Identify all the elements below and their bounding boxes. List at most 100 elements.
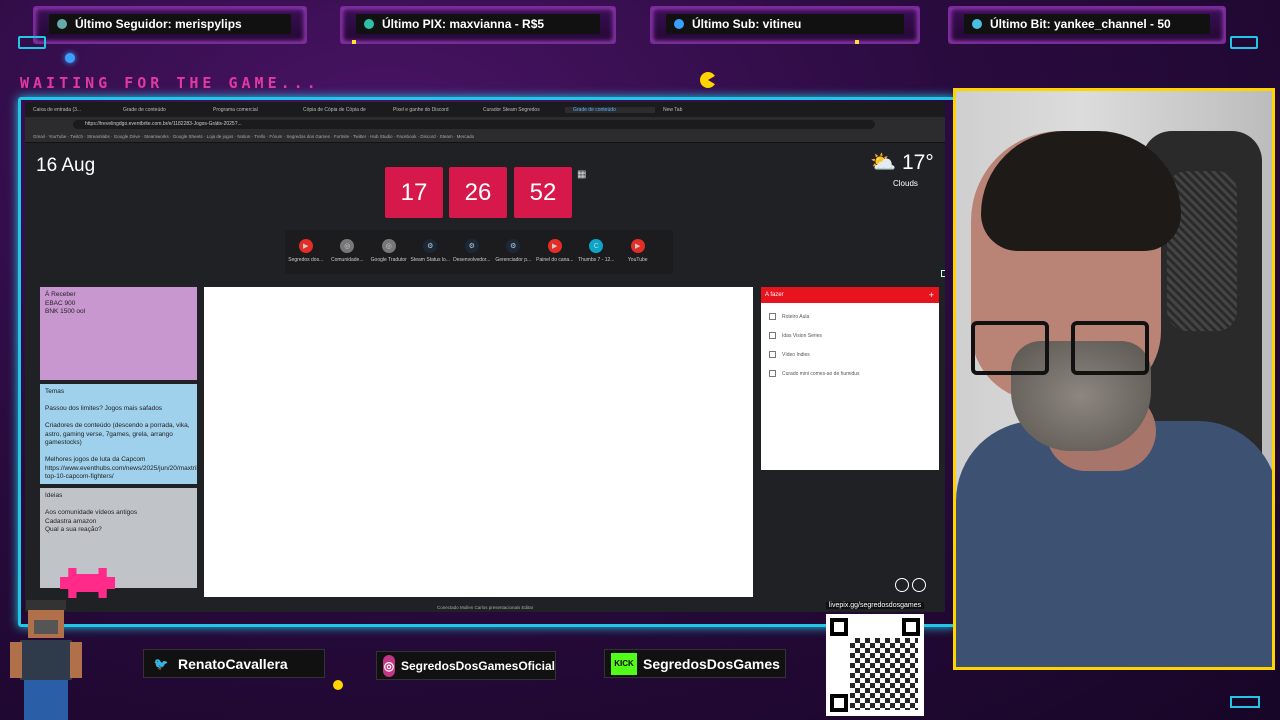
streamer-head [971, 131, 1181, 451]
kick-icon: KICK [611, 652, 637, 675]
twitter-handle[interactable]: 🐦 RenatoCavallera [143, 649, 325, 678]
shortcut-label: Thumbs 7 - 12... [578, 257, 615, 263]
blank-widget-panel [204, 287, 753, 597]
todo-title: A fazer [765, 292, 784, 298]
shortcut-label: Desenvolvedor... [453, 257, 491, 263]
weather-widget: ⛅ 17° Clouds [870, 151, 934, 188]
browser-tab[interactable]: New Tab [655, 107, 745, 113]
add-todo-icon[interactable]: + [929, 287, 934, 303]
shortcut-tile[interactable]: ⚙ Desenvolvedor... [451, 230, 493, 274]
browser-tab-active[interactable]: Grade de conteúdo [565, 106, 655, 113]
scroll-handle[interactable] [941, 270, 945, 277]
shortcut-tile[interactable]: ▶ YouTube [617, 230, 659, 274]
circle-icon[interactable] [895, 578, 909, 592]
livepix-url: livepix.gg/segredosdosgames [826, 602, 924, 609]
glasses-icon [971, 321, 1049, 375]
footer-note[interactable]: Conectado Mullen Carlos presentacionais … [437, 605, 533, 610]
date-label: 16 Aug [36, 155, 96, 176]
last-follower-text: Último Seguidor: merispylips [75, 17, 242, 31]
address-bar-row: https://trevelingdgo.eventbrite.com.br/e… [25, 117, 945, 132]
shortcut-tile[interactable]: C Thumbs 7 - 12... [576, 230, 618, 274]
browser-tab[interactable]: Caixa de entrada (3... [25, 107, 115, 113]
shortcut-tile[interactable]: ▶ Painel do cana... [534, 230, 576, 274]
circle-icon[interactable] [912, 578, 926, 592]
todo-item-label: Idas Vision Series [782, 332, 822, 339]
pagination-dots[interactable] [895, 578, 926, 592]
instagram-handle[interactable]: ◎ SegredosDosGamesOficial [376, 651, 556, 680]
last-bit-text: Último Bit: yankee_channel - 50 [990, 17, 1171, 31]
instagram-label: SegredosDosGamesOficial [400, 658, 555, 673]
shortcut-tile[interactable]: ⚙ Gerenciador p... [493, 230, 535, 274]
shortcut-label: Segredos dos... [288, 257, 324, 263]
neon-corner-right [1230, 36, 1258, 49]
shortcut-tile[interactable]: ◎ Google Tradutor [368, 230, 410, 274]
sticky-note-ideas[interactable]: Ideias Aos comunidade vídeos antigos Cad… [40, 488, 197, 588]
diamond-icon [972, 19, 982, 29]
apps-grid-icon[interactable]: ▦ [577, 169, 586, 180]
globe-icon: ◎ [381, 239, 396, 253]
shortcut-tile[interactable]: ▶ Segredos dos... [285, 230, 327, 274]
sticky-note-receivables[interactable]: À Receber EBAC 900 BNK 1500 ool [40, 287, 197, 380]
browser-tab[interactable]: Pixel e ganhe do Discord [385, 107, 475, 113]
waiting-text: WAITING FOR THE GAME... [20, 74, 320, 92]
todo-item[interactable]: Curado mini comes-ao de humidus [761, 364, 939, 383]
twitter-icon: 🐦 [153, 656, 169, 671]
todo-header: A fazer + [761, 287, 939, 303]
shortcut-label: Steam Status lo... [410, 257, 450, 263]
todo-item[interactable]: Vídeo Indies [761, 345, 939, 364]
url-input[interactable]: https://trevelingdgo.eventbrite.com.br/e… [73, 120, 875, 129]
shortcut-label: Painel do cana... [536, 257, 574, 263]
kick-label: SegredosDosGames [643, 655, 780, 672]
clock-hours: 17 [385, 167, 443, 218]
shortcut-label: Comunidade... [330, 257, 364, 263]
globe-icon: ◎ [340, 239, 355, 253]
kick-handle[interactable]: KICK SegredosDosGames [604, 649, 786, 678]
star-icon [674, 19, 684, 29]
last-pix-text: Último PIX: maxvianna - R$5 [382, 17, 545, 31]
weather-desc: Clouds [893, 179, 918, 188]
steam-icon: ⚙ [423, 239, 438, 253]
steam-icon: ⚙ [464, 239, 479, 253]
checkbox[interactable] [769, 332, 776, 339]
clock-minutes: 26 [449, 167, 507, 218]
qr-code[interactable] [826, 614, 924, 716]
browser-tab[interactable]: Programa comercial [205, 107, 295, 113]
glasses-icon [1071, 321, 1149, 375]
browser-tab[interactable]: Cópia de Cópia de Cópia de [295, 107, 385, 113]
instagram-icon: ◎ [383, 654, 395, 677]
webcam-feed [953, 88, 1275, 670]
bookmarks-bar[interactable]: Gmail · YouTube · Twitch · Streamlabs · … [25, 132, 945, 143]
todo-item-label: Roteiro Aula [782, 313, 810, 320]
decor-dot [855, 40, 859, 44]
todo-item-label: Vídeo Indies [782, 351, 810, 358]
todo-item[interactable]: Roteiro Aula [761, 307, 939, 326]
checkbox[interactable] [769, 351, 776, 358]
browser-tab[interactable]: Grade de conteúdo [115, 107, 205, 113]
todo-item[interactable]: Idas Vision Series [761, 326, 939, 345]
shortcut-tile[interactable]: ⚙ Steam Status lo... [410, 230, 452, 274]
decor-dot [352, 40, 356, 44]
glow-dot [65, 53, 75, 63]
pacman-dot [333, 680, 343, 690]
checkbox[interactable] [769, 313, 776, 320]
last-follower-bar: Último Seguidor: merispylips [33, 6, 307, 44]
sticky-note-themes[interactable]: Temas Passou dos limites? Jogos mais saf… [40, 384, 197, 484]
neon-corner-left [18, 36, 46, 49]
last-sub-bar: Último Sub: vitineu [650, 6, 920, 44]
browser-tab[interactable]: Curador Steam Segredos [475, 107, 565, 113]
shortcut-label: YouTube [627, 257, 648, 263]
canva-icon: C [589, 239, 604, 253]
user-icon [57, 19, 67, 29]
neon-corner-bottom [1230, 696, 1260, 708]
twitter-label: RenatoCavallera [178, 655, 288, 672]
youtube-icon: ▶ [547, 239, 562, 253]
shortcut-label: Gerenciador p... [495, 257, 532, 263]
shortcut-tile[interactable]: ◎ Comunidade... [327, 230, 369, 274]
browser-window: Caixa de entrada (3... Grade de conteúdo… [25, 102, 945, 612]
checkbox[interactable] [769, 370, 776, 377]
last-sub-text: Último Sub: vitineu [692, 17, 802, 31]
pixel-avatar [10, 600, 82, 720]
weather-temp: 17° [902, 151, 934, 174]
tab-strip: Caixa de entrada (3... Grade de conteúdo… [25, 102, 945, 117]
youtube-icon: ▶ [630, 239, 645, 253]
